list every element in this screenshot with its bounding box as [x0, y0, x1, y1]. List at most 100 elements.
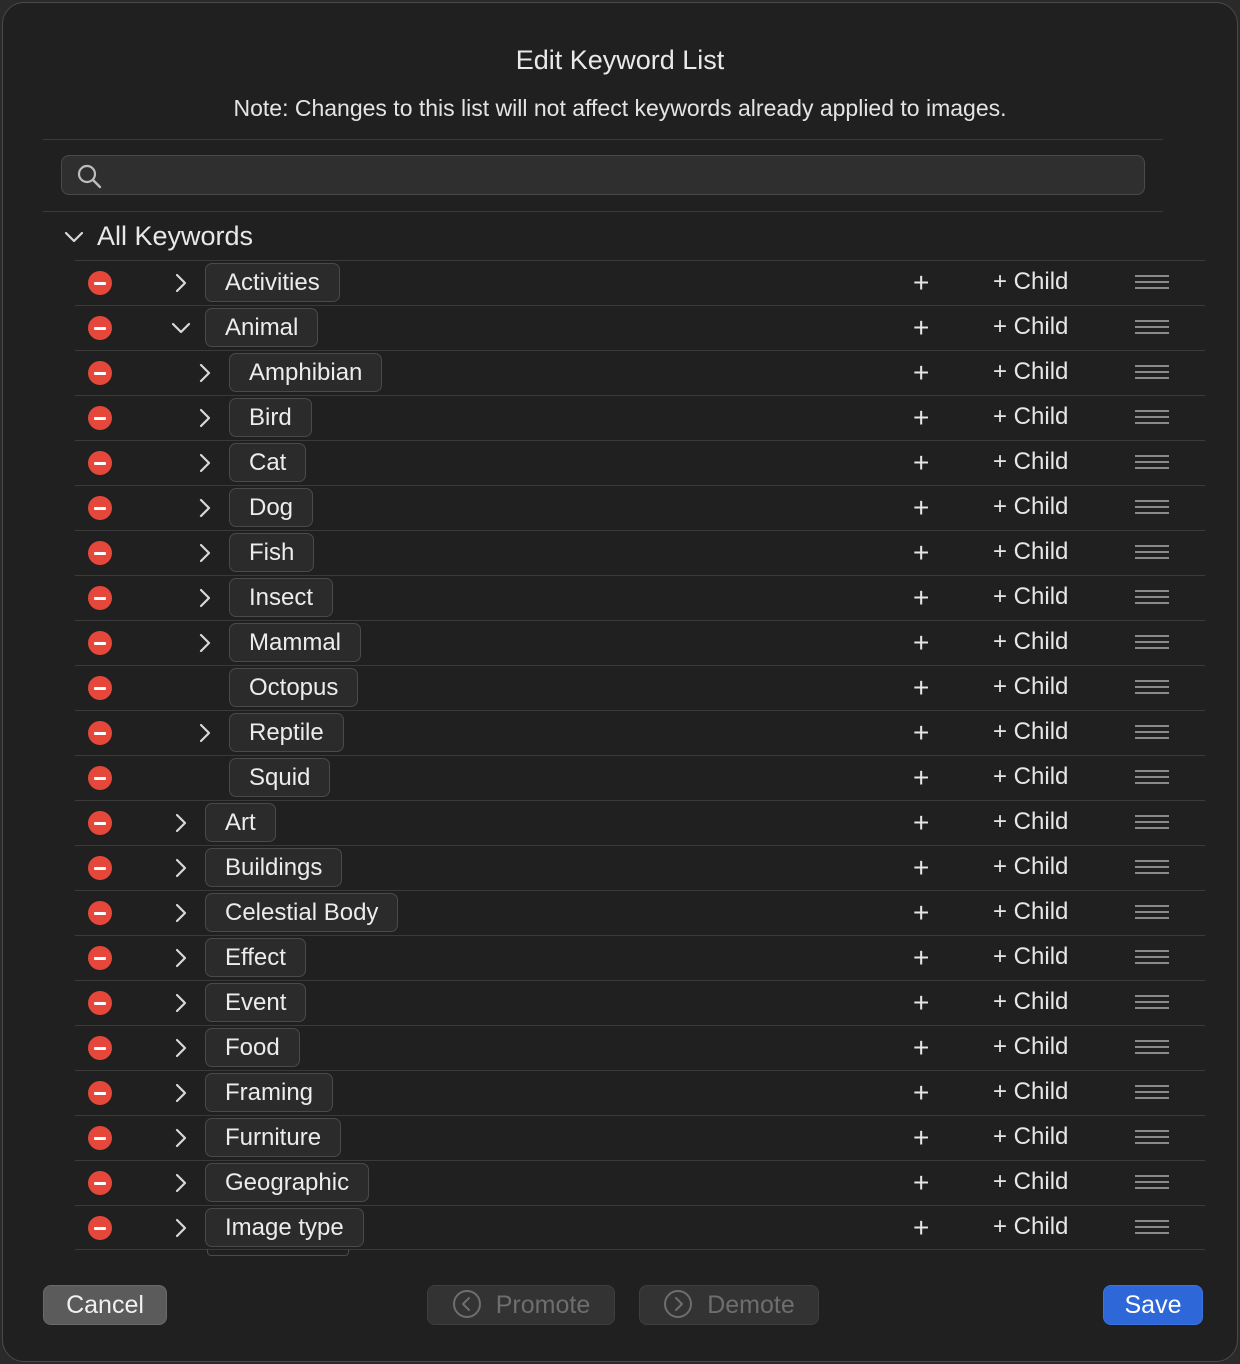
remove-icon[interactable]: [88, 991, 112, 1015]
keyword-label[interactable]: Image type: [205, 1208, 364, 1247]
add-sibling-button[interactable]: +: [913, 312, 929, 344]
remove-icon[interactable]: [88, 901, 112, 925]
demote-button[interactable]: Demote: [639, 1285, 819, 1325]
keyword-row[interactable]: Animal + + Child: [75, 305, 1205, 350]
drag-handle-icon[interactable]: [1135, 1040, 1169, 1056]
add-sibling-button[interactable]: +: [913, 942, 929, 974]
drag-handle-icon[interactable]: [1135, 1175, 1169, 1191]
add-child-button[interactable]: + Child: [993, 763, 1068, 791]
promote-button[interactable]: Promote: [427, 1285, 615, 1325]
add-child-button[interactable]: + Child: [993, 1168, 1068, 1196]
search-input[interactable]: [110, 156, 1134, 196]
add-sibling-button[interactable]: +: [913, 762, 929, 794]
remove-icon[interactable]: [88, 496, 112, 520]
drag-handle-icon[interactable]: [1135, 635, 1169, 651]
drag-handle-icon[interactable]: [1135, 320, 1169, 336]
add-sibling-button[interactable]: +: [913, 672, 929, 704]
keyword-label[interactable]: Furniture: [205, 1118, 342, 1157]
remove-icon[interactable]: [88, 811, 112, 835]
remove-icon[interactable]: [88, 541, 112, 565]
keyword-row[interactable]: Mammal + + Child: [75, 620, 1205, 665]
remove-icon[interactable]: [88, 676, 112, 700]
drag-handle-icon[interactable]: [1135, 680, 1169, 696]
keyword-row[interactable]: Bird + + Child: [75, 395, 1205, 440]
keyword-label[interactable]: Food: [205, 1028, 300, 1067]
chevron-right-icon[interactable]: [170, 1037, 192, 1059]
add-sibling-button[interactable]: +: [913, 1122, 929, 1154]
drag-handle-icon[interactable]: [1135, 815, 1169, 831]
chevron-right-icon[interactable]: [170, 1082, 192, 1104]
drag-handle-icon[interactable]: [1135, 410, 1169, 426]
chevron-right-icon[interactable]: [170, 1127, 192, 1149]
add-sibling-button[interactable]: +: [913, 357, 929, 389]
keyword-row[interactable]: Buildings + + Child: [75, 845, 1205, 890]
keyword-row[interactable]: Reptile + + Child: [75, 710, 1205, 755]
chevron-right-icon[interactable]: [170, 272, 192, 294]
drag-handle-icon[interactable]: [1135, 860, 1169, 876]
add-sibling-button[interactable]: +: [913, 1077, 929, 1109]
drag-handle-icon[interactable]: [1135, 275, 1169, 291]
add-child-button[interactable]: + Child: [993, 1033, 1068, 1061]
keyword-label[interactable]: Activities: [205, 263, 340, 302]
chevron-right-icon[interactable]: [194, 722, 216, 744]
save-button[interactable]: Save: [1103, 1285, 1203, 1325]
add-sibling-button[interactable]: +: [913, 852, 929, 884]
keyword-label[interactable]: Amphibian: [229, 353, 383, 392]
keyword-row[interactable]: Effect + + Child: [75, 935, 1205, 980]
remove-icon[interactable]: [88, 946, 112, 970]
keyword-label[interactable]: Celestial Body: [205, 893, 399, 932]
keyword-label[interactable]: Bird: [229, 398, 312, 437]
add-child-button[interactable]: + Child: [993, 1123, 1068, 1151]
add-child-button[interactable]: + Child: [993, 943, 1068, 971]
keyword-row[interactable]: Amphibian + + Child: [75, 350, 1205, 395]
add-sibling-button[interactable]: +: [913, 897, 929, 929]
chevron-right-icon[interactable]: [194, 632, 216, 654]
chevron-down-icon[interactable]: [63, 226, 85, 248]
keyword-row[interactable]: Image type + + Child: [75, 1205, 1205, 1250]
keyword-row[interactable]: Celestial Body + + Child: [75, 890, 1205, 935]
chevron-right-icon[interactable]: [170, 857, 192, 879]
drag-handle-icon[interactable]: [1135, 1085, 1169, 1101]
drag-handle-icon[interactable]: [1135, 545, 1169, 561]
remove-icon[interactable]: [88, 1171, 112, 1195]
add-sibling-button[interactable]: +: [913, 627, 929, 659]
keyword-row[interactable]: Activities + + Child: [75, 260, 1205, 305]
drag-handle-icon[interactable]: [1135, 950, 1169, 966]
add-child-button[interactable]: + Child: [993, 808, 1068, 836]
drag-handle-icon[interactable]: [1135, 770, 1169, 786]
keyword-row[interactable]: Cat + + Child: [75, 440, 1205, 485]
keyword-row[interactable]: Insect + + Child: [75, 575, 1205, 620]
keyword-label[interactable]: Mammal: [229, 623, 362, 662]
add-sibling-button[interactable]: +: [913, 717, 929, 749]
drag-handle-icon[interactable]: [1135, 455, 1169, 471]
add-sibling-button[interactable]: +: [913, 582, 929, 614]
chevron-right-icon[interactable]: [170, 1217, 192, 1239]
keyword-row[interactable]: Food + + Child: [75, 1025, 1205, 1070]
add-child-button[interactable]: + Child: [993, 403, 1068, 431]
keyword-label[interactable]: Buildings: [205, 848, 343, 887]
drag-handle-icon[interactable]: [1135, 590, 1169, 606]
keyword-label[interactable]: Geographic: [205, 1163, 370, 1202]
add-child-button[interactable]: + Child: [993, 538, 1068, 566]
remove-icon[interactable]: [88, 406, 112, 430]
search-field[interactable]: [61, 155, 1145, 196]
add-sibling-button[interactable]: +: [913, 1032, 929, 1064]
remove-icon[interactable]: [88, 631, 112, 655]
chevron-right-icon[interactable]: [194, 452, 216, 474]
remove-icon[interactable]: [88, 361, 112, 385]
keyword-row[interactable]: Art + + Child: [75, 800, 1205, 845]
chevron-right-icon[interactable]: [194, 362, 216, 384]
drag-handle-icon[interactable]: [1135, 1130, 1169, 1146]
keyword-label[interactable]: Cat: [229, 443, 307, 482]
chevron-right-icon[interactable]: [194, 542, 216, 564]
keyword-row[interactable]: Geographic + + Child: [75, 1160, 1205, 1205]
chevron-right-icon[interactable]: [194, 407, 216, 429]
chevron-right-icon[interactable]: [194, 587, 216, 609]
add-child-button[interactable]: + Child: [993, 268, 1068, 296]
add-sibling-button[interactable]: +: [913, 987, 929, 1019]
remove-icon[interactable]: [88, 586, 112, 610]
keyword-label[interactable]: Insect: [229, 578, 334, 617]
add-child-button[interactable]: + Child: [993, 493, 1068, 521]
remove-icon[interactable]: [88, 1126, 112, 1150]
add-child-button[interactable]: + Child: [993, 358, 1068, 386]
